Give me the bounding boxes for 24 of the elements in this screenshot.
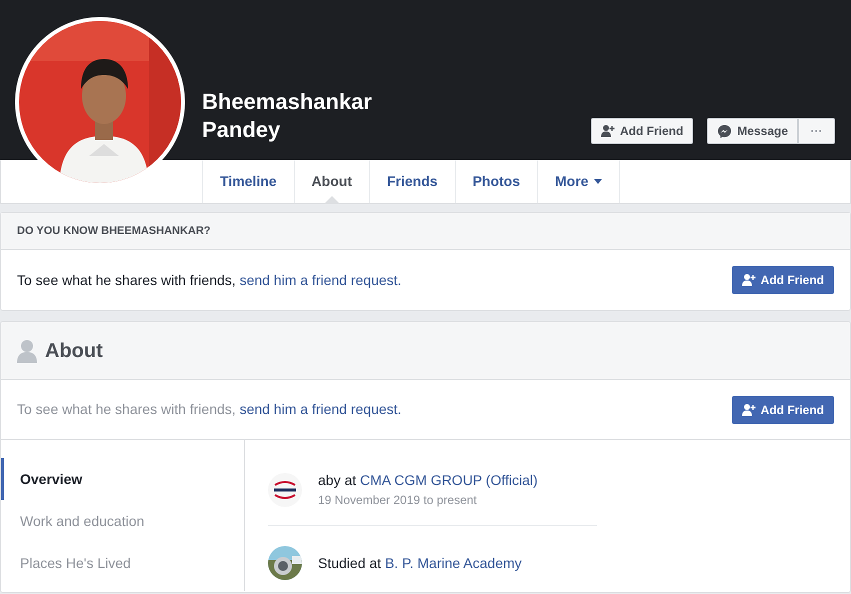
company-logo-icon bbox=[268, 472, 302, 506]
friend-request-link[interactable]: send him a friend request. bbox=[240, 272, 402, 288]
card-title: DO YOU KNOW BHEEMASHANKAR? bbox=[17, 224, 211, 239]
nav-tab[interactable]: More bbox=[537, 160, 620, 203]
add-friend-button[interactable]: Add Friend bbox=[590, 118, 694, 144]
add-friend-icon bbox=[742, 274, 756, 286]
entry-link[interactable]: CMA CGM GROUP (Official) bbox=[360, 472, 538, 488]
add-friend-icon bbox=[600, 125, 615, 137]
entry-date: 19 November 2019 to present bbox=[318, 492, 478, 509]
person-icon bbox=[17, 338, 37, 362]
add-friend-button[interactable]: Add Friend bbox=[732, 266, 834, 294]
entry-link[interactable]: B. P. Marine Academy bbox=[384, 554, 522, 570]
sidebar-item[interactable]: Overview bbox=[1, 458, 244, 500]
friend-request-link[interactable]: send him a friend request. bbox=[240, 401, 402, 417]
messenger-icon bbox=[717, 124, 732, 138]
message-button[interactable]: Message bbox=[707, 118, 798, 144]
add-friend-button[interactable]: Add Friend bbox=[732, 396, 834, 424]
profile-name: Bheemashankar Pandey bbox=[202, 88, 373, 144]
friend-request-text: To see what he shares with friends, send him a friend request. bbox=[17, 400, 402, 419]
entry-text: aby at CMA CGM GROUP (Official) bbox=[318, 471, 538, 490]
section-title: About bbox=[45, 338, 103, 362]
entry-text: Studied at B. P. Marine Academy bbox=[318, 554, 522, 573]
add-friend-icon bbox=[742, 404, 756, 416]
friend-request-text: To see what he shares with friends, send him a friend request. bbox=[17, 270, 402, 290]
